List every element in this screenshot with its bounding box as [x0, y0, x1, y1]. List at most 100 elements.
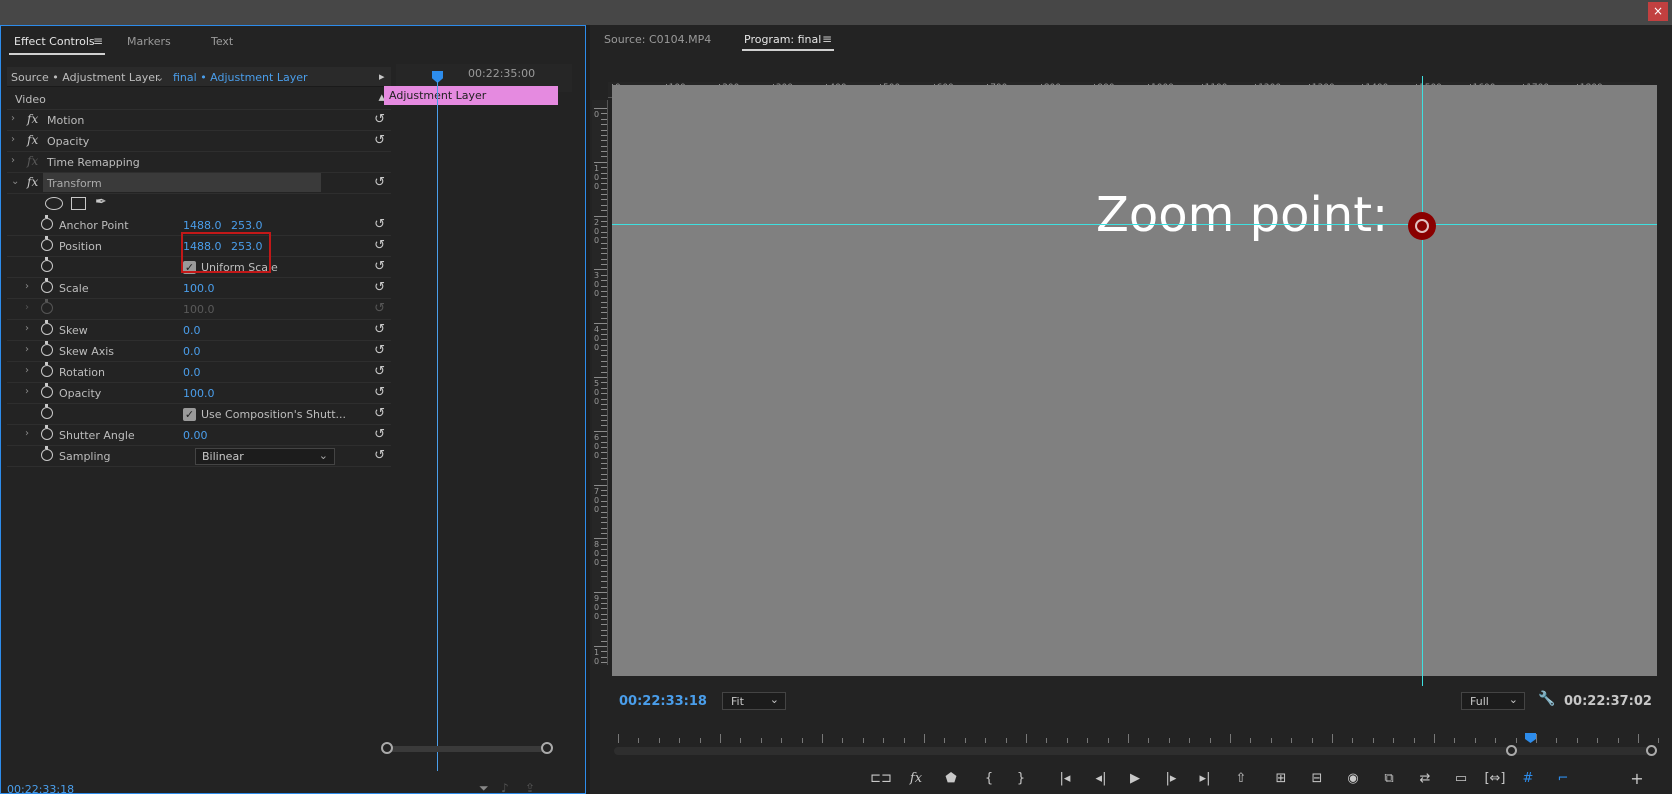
chevron-right-icon[interactable]: › [11, 113, 15, 124]
ellipse-mask-icon[interactable] [45, 197, 63, 210]
fx-icon[interactable]: fx [27, 175, 38, 189]
effect-row-transform[interactable]: ⌄ fx Transform ↺ [7, 173, 391, 194]
rotation-value[interactable]: 0.0 [183, 366, 201, 379]
mark-in-icon[interactable]: { [978, 771, 1000, 787]
tab-effect-controls[interactable]: Effect Controls [14, 35, 95, 48]
horizontal-guide[interactable] [612, 224, 1657, 225]
step-back-icon[interactable]: ◂| [1090, 771, 1112, 787]
effect-row-motion[interactable]: › fx Motion ↺ [7, 110, 391, 131]
chevron-right-icon[interactable]: › [25, 344, 29, 355]
reset-icon[interactable]: ↺ [374, 259, 385, 274]
program-canvas[interactable] [612, 85, 1657, 676]
proxy-toggle-icon[interactable]: ⇄ [1414, 771, 1436, 787]
insert-icon[interactable]: ⊞ [1270, 771, 1292, 787]
reset-icon[interactable]: ↺ [374, 427, 385, 442]
scroll-handle-left[interactable] [381, 742, 393, 754]
timeline-zoom-scrollbar[interactable] [387, 746, 547, 752]
reset-icon[interactable]: ↺ [374, 385, 385, 400]
add-button-icon[interactable]: + [1626, 771, 1648, 787]
effect-row-opacity[interactable]: › fx Opacity ↺ [7, 131, 391, 152]
chevron-down-icon[interactable]: ⌄ [11, 176, 19, 187]
scale-value[interactable]: 100.0 [183, 282, 215, 295]
vr-video-icon[interactable]: [⇔] [1484, 771, 1506, 787]
chevron-right-icon[interactable]: › [25, 365, 29, 376]
mark-out-icon[interactable]: ⊏⊐ [870, 771, 892, 787]
add-marker-icon[interactable]: ⬟ [940, 771, 962, 787]
reset-icon[interactable]: ↺ [374, 175, 385, 190]
rectangle-mask-icon[interactable] [71, 197, 86, 210]
use-comp-shutter-checkbox[interactable]: ✓ [183, 408, 196, 421]
camera-icon[interactable]: ◉ [1342, 771, 1364, 787]
zoom-level-select[interactable]: Fit ⌄ [722, 692, 786, 710]
guides-grid-icon[interactable]: # [1517, 771, 1539, 787]
stopwatch-icon[interactable] [41, 362, 53, 377]
shutter-angle-value[interactable]: 0.00 [183, 429, 208, 442]
play-icon[interactable]: ▶ [1124, 771, 1146, 787]
fx-icon[interactable]: fx [27, 112, 38, 126]
stopwatch-icon[interactable] [41, 341, 53, 356]
pen-mask-icon[interactable]: ✒ [95, 194, 107, 210]
reset-icon[interactable]: ↺ [374, 448, 385, 463]
program-current-timecode[interactable]: 00:22:33:18 [619, 694, 707, 709]
adjustment-layer-clip[interactable]: Adjustment Layer [384, 86, 558, 105]
sampling-select[interactable]: Bilinear ⌄ [195, 448, 335, 465]
chevron-right-icon[interactable]: › [25, 281, 29, 292]
skew-value[interactable]: 0.0 [183, 324, 201, 337]
scroll-handle-right[interactable] [541, 742, 553, 754]
tab-text[interactable]: Text [211, 35, 233, 48]
rulers-icon[interactable]: ⌐ [1552, 771, 1574, 787]
anchor-y-value[interactable]: 253.0 [231, 219, 263, 232]
chevron-right-icon[interactable]: › [11, 134, 15, 145]
go-to-in-icon[interactable]: |◂ [1054, 771, 1076, 787]
reset-icon[interactable]: ↺ [374, 280, 385, 295]
effect-row-time-remapping[interactable]: › fx Time Remapping [7, 152, 391, 173]
tab-program-monitor[interactable]: Program: final [744, 33, 821, 46]
overwrite-icon[interactable]: ⊟ [1306, 771, 1328, 787]
chevron-down-icon[interactable]: ⌄ [155, 71, 164, 84]
filter-icon[interactable]: ⏷ [479, 781, 489, 794]
stopwatch-icon[interactable] [41, 278, 53, 293]
stopwatch-icon[interactable] [41, 236, 53, 251]
anchor-x-value[interactable]: 1488.0 [183, 219, 222, 232]
step-forward-icon[interactable]: |▸ [1160, 771, 1182, 787]
stopwatch-icon[interactable] [41, 320, 53, 335]
chevron-right-icon[interactable]: › [11, 155, 15, 166]
lift-icon[interactable]: ⇧ [1230, 771, 1252, 787]
panel-menu-icon[interactable]: ≡ [822, 32, 832, 46]
play-triangle-icon[interactable]: ▸ [379, 70, 385, 83]
current-timecode[interactable]: 00:22:33:18 [7, 783, 74, 794]
zoom-handle-right[interactable] [1646, 745, 1657, 756]
fx-icon[interactable]: fx [905, 771, 927, 787]
go-to-out-icon[interactable]: ▸| [1194, 771, 1216, 787]
panel-menu-icon[interactable]: ≡ [93, 34, 103, 48]
sequence-clip-label[interactable]: final • Adjustment Layer [173, 71, 308, 84]
reset-icon[interactable]: ↺ [374, 133, 385, 148]
stopwatch-icon[interactable] [41, 446, 53, 461]
comparison-view-icon[interactable]: ⧉ [1378, 771, 1400, 787]
stopwatch-icon[interactable] [41, 257, 53, 272]
chevron-right-icon[interactable]: › [25, 386, 29, 397]
vertical-guide[interactable] [1422, 76, 1423, 686]
stopwatch-icon[interactable] [41, 425, 53, 440]
playback-resolution-select[interactable]: Full ⌄ [1461, 692, 1525, 710]
source-clip-label[interactable]: Source • Adjustment Layer [11, 71, 160, 84]
stopwatch-icon[interactable] [41, 383, 53, 398]
stopwatch-icon[interactable] [41, 404, 53, 419]
safe-margins-icon[interactable]: ▭ [1450, 771, 1472, 787]
chevron-right-icon[interactable]: › [25, 323, 29, 334]
reset-icon[interactable]: ↺ [374, 112, 385, 127]
reset-icon[interactable]: ↺ [374, 238, 385, 253]
effect-name-field[interactable]: Transform [43, 173, 321, 192]
zoom-handle-left[interactable] [1506, 745, 1517, 756]
fx-icon[interactable]: fx [27, 133, 38, 147]
tab-source-monitor[interactable]: Source: C0104.MP4 [604, 33, 711, 46]
close-icon[interactable]: × [1648, 2, 1668, 21]
tab-markers[interactable]: Markers [127, 35, 171, 48]
reset-icon[interactable]: ↺ [374, 364, 385, 379]
mark-out-brace-icon[interactable]: } [1010, 771, 1032, 787]
stopwatch-icon[interactable] [41, 215, 53, 230]
opacity-value[interactable]: 100.0 [183, 387, 215, 400]
chevron-right-icon[interactable]: › [25, 428, 29, 439]
reset-icon[interactable]: ↺ [374, 343, 385, 358]
wrench-icon[interactable]: 🔧 [1538, 691, 1555, 707]
